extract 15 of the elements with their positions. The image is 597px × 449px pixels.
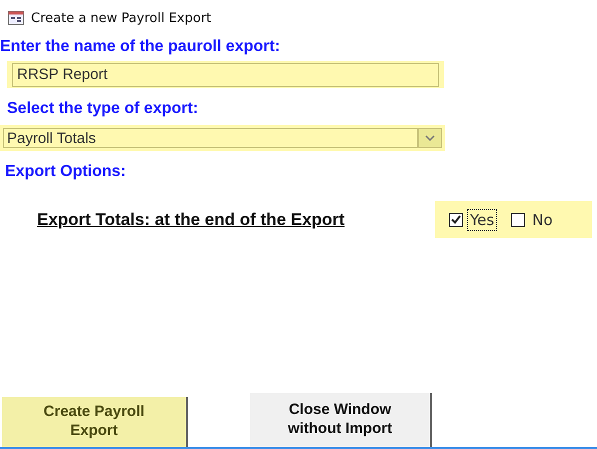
window-title: Create a new Payroll Export	[31, 10, 212, 26]
name-label: Enter the name of the pauroll export:	[0, 38, 282, 56]
close-button[interactable]: Close Window without Import	[250, 393, 432, 447]
name-field[interactable]: RRSP Report	[12, 62, 439, 86]
checkbox[interactable]	[449, 212, 463, 226]
form-icon	[8, 11, 24, 25]
type-dropdown[interactable]: Payroll Totals	[3, 128, 442, 148]
checkbox[interactable]	[511, 212, 526, 226]
checkbox-label: Yes	[467, 208, 498, 230]
type-label: Select the type of export:	[6, 100, 200, 118]
chevron-down-icon	[425, 135, 435, 141]
create-button[interactable]: Create Payroll Export	[2, 397, 188, 447]
options-label: Export Options:	[4, 163, 127, 181]
checkbox-label: No	[531, 210, 554, 230]
export-totals-label: Export Totals: at the end of the Export	[37, 210, 345, 230]
